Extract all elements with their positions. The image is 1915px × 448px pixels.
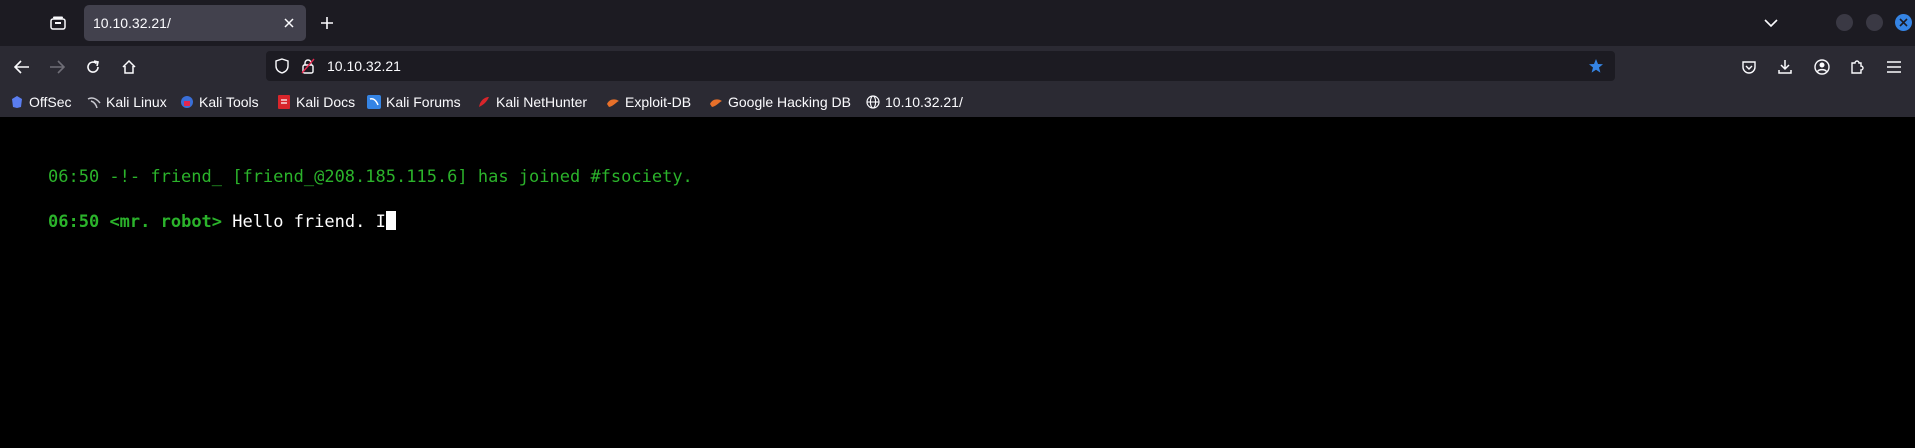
globe-icon [866, 94, 880, 109]
account-icon [1814, 59, 1830, 75]
bookmark-exploit-db[interactable]: Exploit-DB [606, 86, 691, 117]
bookmark-kali-linux[interactable]: Kali Linux [87, 86, 167, 117]
message-text: Hello friend. I [232, 212, 386, 232]
offsec-icon [10, 95, 24, 109]
bookmark-10-10-32-21[interactable]: 10.10.32.21/ [866, 86, 963, 117]
chevron-down-icon [1764, 19, 1778, 28]
window-minimize-button[interactable] [1836, 14, 1853, 31]
close-icon [1899, 18, 1908, 27]
bookmarks-toolbar: OffSec Kali Linux Kali Tools Kali Docs K… [0, 86, 1915, 117]
bookmark-label: Google Hacking DB [728, 93, 851, 110]
bookmark-label: Exploit-DB [625, 93, 692, 110]
bookmark-label: OffSec [29, 93, 72, 110]
close-icon [284, 18, 294, 28]
home-icon [122, 59, 136, 74]
kali-tools-icon [180, 95, 194, 109]
bookmark-label: Kali Tools [199, 93, 259, 110]
kali-docs-icon [277, 94, 291, 109]
window-maximize-button[interactable] [1866, 14, 1883, 31]
bookmark-kali-docs[interactable]: Kali Docs [277, 86, 355, 117]
puzzle-icon [1851, 60, 1864, 74]
bookmark-label: 10.10.32.21/ [885, 93, 963, 110]
home-button[interactable] [118, 56, 140, 78]
bookmark-label: Kali Forums [386, 93, 461, 110]
ghdb-icon [709, 95, 723, 109]
pocket-icon [1742, 60, 1756, 74]
url-text: 10.10.32.21 [327, 58, 401, 74]
bookmark-kali-nethunter[interactable]: Kali NetHunter [477, 86, 587, 117]
arrow-right-icon [50, 60, 65, 74]
nethunter-icon [477, 95, 491, 109]
bookmark-kali-forums[interactable]: Kali Forums [367, 86, 461, 117]
bookmark-kali-tools[interactable]: Kali Tools [180, 86, 259, 117]
firefox-view-button[interactable] [46, 12, 70, 34]
firefox-view-icon [50, 16, 66, 30]
irc-message-line: 06:50 <mr. robot> Hello friend. I [48, 211, 396, 232]
list-all-tabs-button[interactable] [1760, 12, 1782, 34]
download-icon [1778, 60, 1792, 74]
pocket-button[interactable] [1738, 56, 1760, 78]
bookmark-label: Kali Docs [296, 93, 356, 110]
hamburger-menu-icon [1887, 61, 1901, 73]
tab-close-button[interactable] [282, 16, 296, 30]
menu-button[interactable] [1883, 56, 1905, 78]
lock-icon[interactable] [300, 58, 316, 74]
bookmark-offsec[interactable]: OffSec [10, 86, 72, 117]
bookmark-star-icon[interactable] [1588, 58, 1604, 74]
message-timestamp: 06:50 [48, 212, 100, 232]
kali-dragon-icon [87, 95, 101, 109]
bookmark-label: Kali Linux [106, 93, 167, 110]
navigation-toolbar: 10.10.32.21 [0, 46, 1915, 86]
plus-icon [321, 17, 333, 29]
arrow-left-icon [14, 60, 29, 74]
forward-button[interactable] [46, 56, 68, 78]
new-tab-button[interactable] [316, 12, 338, 34]
message-nick: <mr. robot> [109, 212, 223, 232]
window-close-button[interactable] [1895, 14, 1912, 31]
page-content: 06:50 -!- friend_ [friend_@208.185.115.6… [0, 117, 1915, 448]
extensions-button[interactable] [1846, 56, 1868, 78]
address-bar[interactable]: 10.10.32.21 [266, 51, 1615, 81]
irc-join-line: 06:50 -!- friend_ [friend_@208.185.115.6… [48, 167, 693, 187]
reload-icon [87, 60, 99, 73]
bookmark-google-hacking-db[interactable]: Google Hacking DB [709, 86, 851, 117]
kali-forums-icon [367, 94, 381, 109]
tab-bar: 10.10.32.21/ [0, 0, 1915, 46]
bookmark-label: Kali NetHunter [496, 93, 588, 110]
shield-icon[interactable] [274, 58, 290, 74]
active-tab[interactable]: 10.10.32.21/ [84, 5, 306, 41]
back-button[interactable] [11, 56, 33, 78]
account-button[interactable] [1811, 56, 1833, 78]
reload-button[interactable] [82, 56, 104, 78]
text-cursor [385, 211, 396, 230]
exploit-db-icon [606, 95, 620, 109]
tab-title: 10.10.32.21/ [93, 15, 171, 31]
downloads-button[interactable] [1774, 56, 1796, 78]
